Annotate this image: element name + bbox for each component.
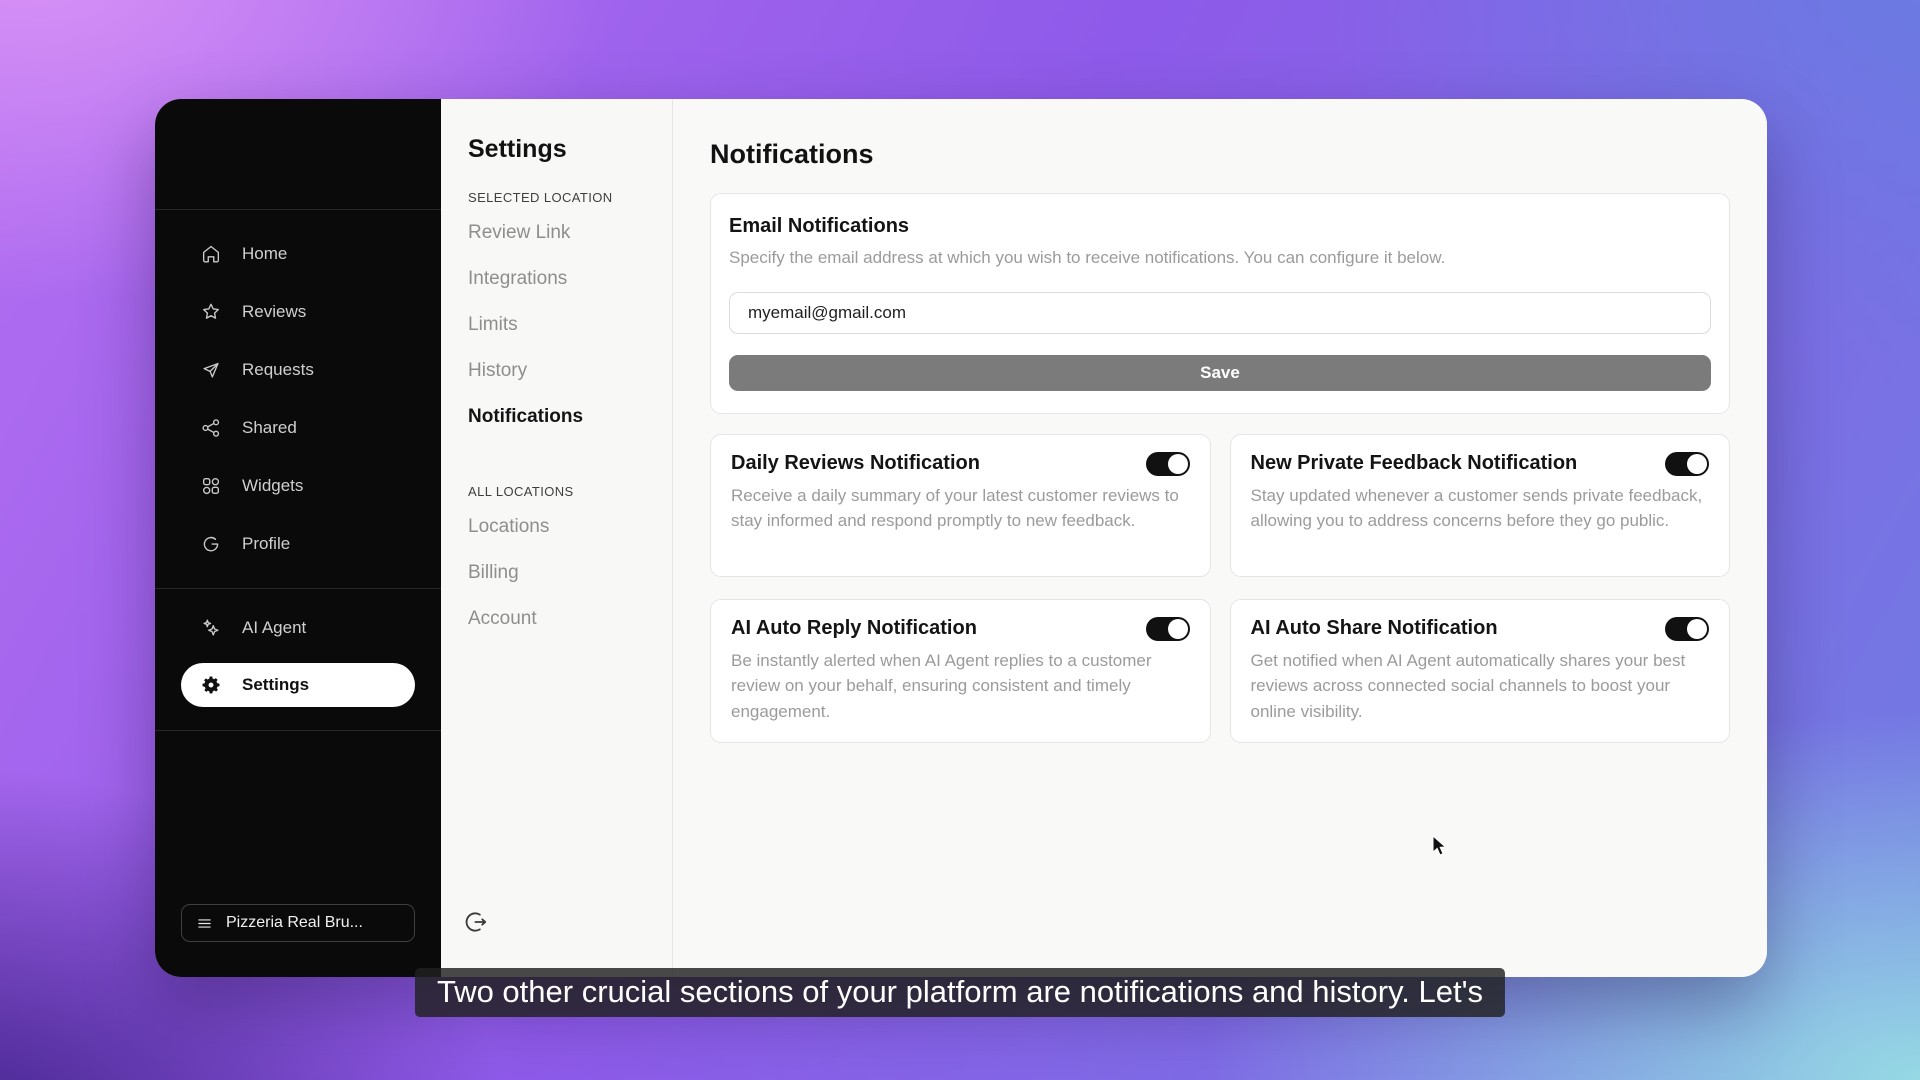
primary-nav: Home Reviews Requests Shared Widgets Pro… <box>155 210 441 573</box>
subnav-items: Review Link Integrations Limits History … <box>468 210 672 440</box>
logo-area <box>155 99 441 210</box>
sidebar-item-label: Requests <box>242 360 314 379</box>
toggle-card-description: Stay updated whenever a customer sends p… <box>1250 485 1703 531</box>
sidebar-item-label: Home <box>242 244 288 263</box>
star-icon <box>203 303 219 319</box>
ai-auto-reply-notification-card: AI Auto Reply Notification Be instantly … <box>710 598 1211 743</box>
sidebar-item-reviews[interactable]: Reviews <box>181 283 415 341</box>
section-label-selected-location: SELECTED LOCATION <box>468 190 613 205</box>
ai-auto-share-notification-card: AI Auto Share Notification Get notified … <box>1229 598 1730 743</box>
subnav-item-locations[interactable]: Locations <box>468 504 672 550</box>
subnav-item-limits[interactable]: Limits <box>468 302 672 348</box>
sidebar-item-widgets[interactable]: Widgets <box>181 457 415 515</box>
secondary-nav: AI Agent Settings <box>155 589 441 707</box>
location-name: Pizzeria Real Bru... <box>226 914 363 931</box>
ai-auto-share-toggle[interactable] <box>1665 616 1709 641</box>
save-button[interactable]: Save <box>729 354 1711 391</box>
subnav-item-billing[interactable]: Billing <box>468 550 672 596</box>
private-feedback-notification-card: New Private Feedback Notification Stay u… <box>1229 433 1730 577</box>
subnav-item-integrations[interactable]: Integrations <box>468 256 672 302</box>
email-card-title: Email Notifications <box>729 215 910 237</box>
sidebar-item-home[interactable]: Home <box>181 225 415 283</box>
sidebar-item-label: Settings <box>242 675 310 694</box>
toggle-knob <box>1687 453 1707 474</box>
sidebar-item-label: Widgets <box>242 476 304 495</box>
gear-icon <box>202 676 220 694</box>
email-notifications-card: Email Notifications Specify the email ad… <box>710 193 1730 414</box>
logout-button[interactable] <box>463 909 489 935</box>
ai-auto-reply-toggle[interactable] <box>1145 616 1190 641</box>
page-title: Notifications <box>710 139 874 169</box>
desktop-background: Home Reviews Requests Shared Widgets Pro… <box>0 0 1920 1080</box>
private-feedback-toggle[interactable] <box>1665 451 1709 476</box>
subnav-item-review-link[interactable]: Review Link <box>468 210 672 256</box>
toggle-card-title: AI Auto Share Notification <box>1250 617 1498 639</box>
toggle-card-description: Be instantly alerted when AI Agent repli… <box>731 650 1152 721</box>
logout-icon <box>465 912 487 932</box>
toggle-card-title: AI Auto Reply Notification <box>731 617 977 639</box>
sidebar-item-label: Shared <box>242 418 297 437</box>
widgets-icon <box>202 477 220 495</box>
toggle-card-title: Daily Reviews Notification <box>731 452 980 474</box>
sidebar-item-requests[interactable]: Requests <box>181 341 415 399</box>
sidebar-item-ai-agent[interactable]: AI Agent <box>181 599 415 657</box>
subnav-item-notifications[interactable]: Notifications <box>468 394 672 440</box>
toggle-card-description: Get notified when AI Agent automatically… <box>1250 650 1686 721</box>
subnav-gap <box>468 440 672 458</box>
location-switcher-button[interactable]: Pizzeria Real Bru... <box>181 904 415 942</box>
daily-reviews-notification-card: Daily Reviews Notification Receive a dai… <box>710 433 1211 577</box>
share-icon <box>202 419 220 437</box>
subnav-item-account[interactable]: Account <box>468 596 672 642</box>
app-window: Home Reviews Requests Shared Widgets Pro… <box>155 99 1767 977</box>
toggle-knob <box>1167 453 1188 474</box>
subnav-title: Settings <box>468 135 567 163</box>
subnav-items: Locations Billing Account <box>468 504 672 642</box>
daily-reviews-toggle[interactable] <box>1145 451 1190 476</box>
main-content: Notifications Email Notifications Specif… <box>673 99 1767 977</box>
sidebar-item-label: Profile <box>242 534 291 553</box>
notification-toggle-grid: Daily Reviews Notification Receive a dai… <box>710 433 1730 743</box>
hamburger-icon <box>198 918 211 928</box>
section-label-all-locations: ALL LOCATIONS <box>468 484 574 499</box>
toggle-knob <box>1167 618 1188 639</box>
sidebar-item-label: Reviews <box>242 302 307 321</box>
sidebar-item-shared[interactable]: Shared <box>181 399 415 457</box>
home-icon <box>202 245 220 263</box>
subnav-item-history[interactable]: History <box>468 348 672 394</box>
sidebar-item-label: AI Agent <box>242 618 307 637</box>
sidebar-item-settings[interactable]: Settings <box>181 663 415 707</box>
settings-subnav: Settings SELECTED LOCATION Review Link I… <box>441 99 673 977</box>
sparkles-icon <box>203 619 219 636</box>
toggle-card-title: New Private Feedback Notification <box>1250 452 1578 474</box>
toggle-knob <box>1687 618 1707 639</box>
email-card-description: Specify the email address at which you w… <box>729 248 1446 267</box>
primary-sidebar: Home Reviews Requests Shared Widgets Pro… <box>155 99 441 977</box>
email-input[interactable] <box>729 291 1711 334</box>
toggle-card-description: Receive a daily summary of your latest c… <box>731 485 1179 531</box>
sidebar-item-profile[interactable]: Profile <box>181 515 415 573</box>
g-profile-icon <box>203 536 219 552</box>
send-icon <box>203 362 219 378</box>
video-caption: Two other crucial sections of your platf… <box>414 968 1506 1017</box>
